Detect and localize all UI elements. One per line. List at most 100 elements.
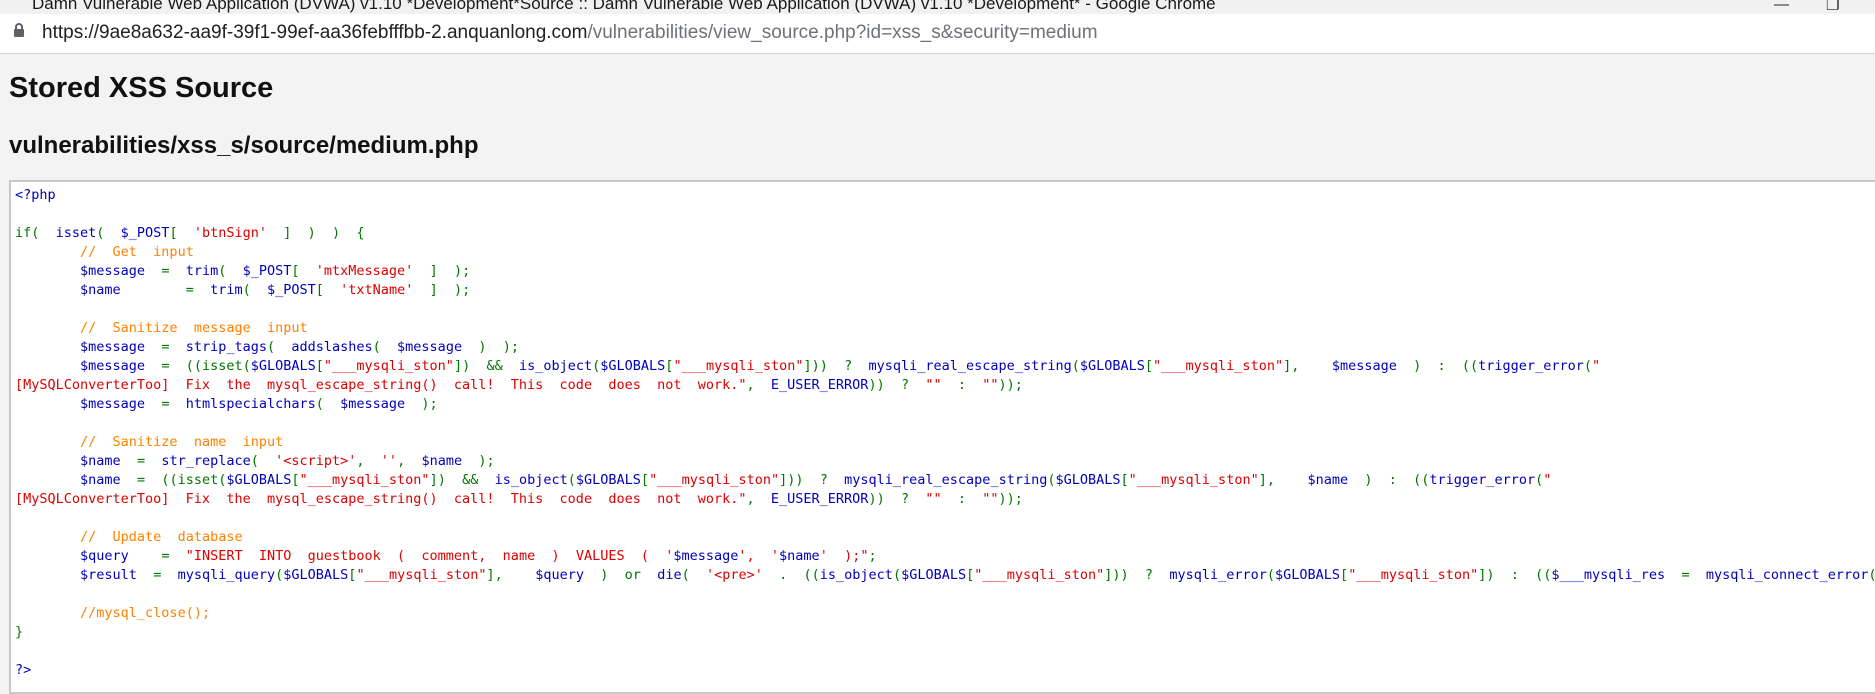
restore-icon[interactable]: ❐ [1826, 0, 1839, 14]
code-token: "___mysqli_ston" [356, 567, 487, 583]
code-token: "" [925, 377, 942, 393]
code-token: isset [55, 225, 97, 241]
code-line: $name = str_replace( '<script>', '', $na… [15, 452, 1875, 471]
code-token: "___mysqli_ston" [1128, 472, 1259, 488]
code-token: = [161, 396, 186, 412]
code-token: $GLOBALS [1055, 472, 1121, 488]
window-titlebar: Damn Vulnerable Web Application (DVWA) v… [0, 0, 1875, 14]
code-token: $___mysqli_res [1551, 567, 1682, 583]
code-token: die [657, 567, 682, 583]
code-token: ) : (( [1364, 472, 1430, 488]
code-line: ?> [15, 661, 1875, 680]
code-token: [ [1144, 358, 1154, 374]
code-token: str_replace [161, 453, 251, 469]
code-token: [ [315, 358, 324, 374]
code-token: ) : (( [1413, 358, 1479, 374]
code-token: trigger_error [1429, 472, 1536, 488]
code-token: "___mysqli_ston" [974, 567, 1105, 583]
code-token: "" [925, 491, 942, 507]
code-token: ( [250, 453, 276, 469]
code-token: ( [266, 339, 292, 355]
code-token: '<pre>' [705, 567, 780, 583]
source-file-path: vulnerabilities/xss_s/source/medium.php [9, 132, 479, 159]
code-token: // Sanitize name input [80, 434, 284, 450]
code-line: [MySQLConverterToo] Fix the mysql_escape… [15, 376, 1875, 395]
code-token: )); [998, 377, 1023, 393]
code-token: $message [397, 339, 479, 355]
code-token: $name [779, 548, 820, 564]
code-token: = [153, 567, 178, 583]
code-token: $GLOBALS [575, 472, 641, 488]
code-line: <?php [15, 186, 1875, 205]
code-token: $GLOBALS [600, 358, 666, 374]
code-line: // Get input [15, 243, 1875, 262]
code-token: 'btnSign' [193, 225, 267, 241]
code-token: ]) : (( [1478, 567, 1552, 583]
code-token: $name [80, 282, 186, 298]
code-token: ], [1258, 472, 1308, 488]
code-line: $message = ((isset($GLOBALS["___mysqli_s… [15, 357, 1875, 376]
code-token: addslashes [291, 339, 373, 355]
code-token: ] ); [413, 282, 471, 298]
code-token: $message [80, 263, 162, 279]
code-token: " [1543, 472, 1552, 488]
code-line: //mysql_close(); [15, 604, 1875, 623]
code-token: $name [1307, 472, 1365, 488]
code-line: // Sanitize message input [15, 319, 1875, 338]
code-token: ' );" [819, 548, 869, 564]
code-token: is_object [494, 472, 568, 488]
code-token: ], [486, 567, 536, 583]
code-token: ( [567, 472, 576, 488]
code-token: , [397, 453, 422, 469]
code-token: $name [80, 453, 137, 469]
code-token: ]) && [453, 358, 519, 374]
code-token: )) ? [868, 377, 926, 393]
code-line: $message = strip_tags( addslashes( $mess… [15, 338, 1875, 357]
code-token: htmlspecialchars [185, 396, 316, 412]
code-token: <?php [15, 187, 56, 203]
code-token: $GLOBALS [250, 358, 316, 374]
code-token: [ [640, 472, 650, 488]
code-token: '' [380, 453, 398, 469]
url-host: https://9ae8a632-aa9f-39f1-99ef-aa36febf… [42, 22, 588, 43]
code-token: // Get input [80, 244, 194, 260]
code-token: = [161, 548, 186, 564]
code-token: 'txtName' [340, 282, 414, 298]
page-title: Stored XSS Source [9, 72, 274, 104]
code-token: ( [218, 263, 243, 279]
code-token: "___mysqli_ston" [299, 472, 430, 488]
code-token: ( [681, 567, 706, 583]
code-token: ( [372, 339, 398, 355]
url-text[interactable]: https://9ae8a632-aa9f-39f1-99ef-aa36febf… [42, 22, 1098, 44]
code-token: E_USER_ERROR [770, 491, 869, 507]
code-token: $message [80, 358, 162, 374]
code-token: //mysql_close(); [80, 605, 211, 621]
code-token: ]) && [429, 472, 495, 488]
code-token: // Sanitize message input [80, 320, 308, 336]
code-token: // Update database [80, 529, 243, 545]
source-code: <?php if( isset( $_POST[ 'btnSign' ] ) ) … [15, 186, 1875, 680]
code-token: ); [421, 396, 438, 412]
lock-icon[interactable] [14, 23, 24, 37]
address-bar[interactable]: https://9ae8a632-aa9f-39f1-99ef-aa36febf… [0, 14, 1875, 54]
code-line: } [15, 623, 1875, 642]
code-token: ( [242, 282, 267, 298]
code-token: = [161, 263, 186, 279]
code-token: ], [1283, 358, 1332, 374]
code-token: ])) ? [803, 358, 869, 374]
code-token: , [746, 377, 771, 393]
code-token: $GLOBALS [226, 472, 292, 488]
code-token: $message [673, 548, 739, 564]
code-token: ) or [600, 567, 658, 583]
minimize-icon[interactable]: — [1774, 0, 1789, 13]
code-token: mysqli_error [1169, 567, 1267, 583]
code-token: [MySQLConverterToo] Fix the mysql_escape… [15, 491, 747, 507]
code-line: $name = ((isset($GLOBALS["___mysqli_ston… [15, 471, 1875, 490]
code-token: $message [340, 396, 422, 412]
code-token: $message [80, 396, 162, 412]
